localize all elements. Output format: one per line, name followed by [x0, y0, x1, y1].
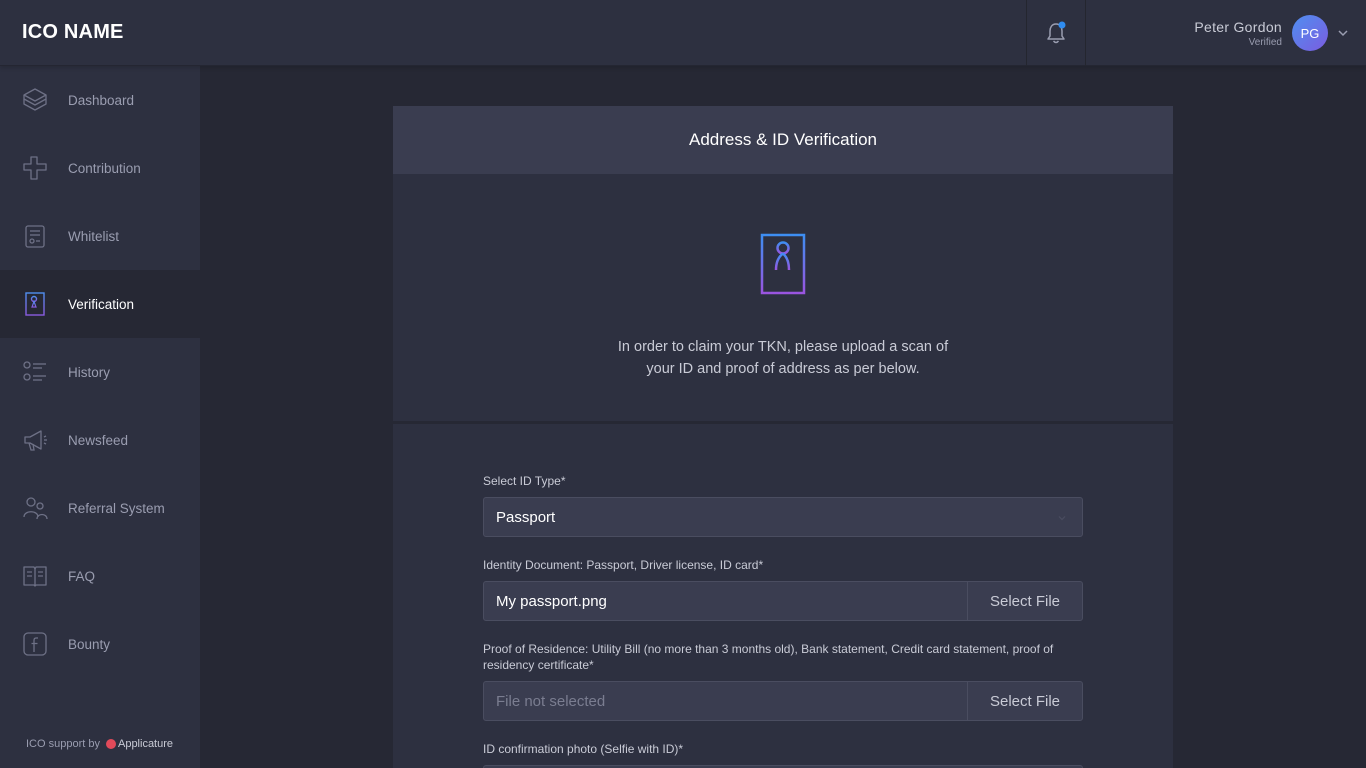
verification-icon [25, 292, 45, 316]
residence-proof-filename[interactable]: File not selected [484, 682, 967, 720]
intro-text: In order to claim your TKN, please uploa… [617, 339, 949, 377]
sidebar-item-label: Bounty [68, 636, 111, 652]
sidebar-item-referral-system[interactable]: Referral System [0, 474, 200, 542]
sidebar-item-label: Whitelist [68, 228, 120, 244]
sidebar-item-history[interactable]: History [0, 338, 200, 406]
sidebar-item-bounty[interactable]: Bounty [0, 610, 200, 678]
sidebar: Dashboard Contribution Whitelist Verific… [0, 66, 200, 768]
support-credit-prefix: ICO support by [26, 738, 100, 750]
sidebar-item-label: FAQ [68, 568, 96, 584]
chevron-down-icon[interactable] [1338, 28, 1348, 38]
sidebar-item-faq[interactable]: FAQ [0, 542, 200, 610]
sidebar-item-label: Dashboard [68, 92, 135, 108]
identity-select-file-button[interactable]: Select File [967, 582, 1082, 620]
identity-document-upload: My passport.png Select File [483, 581, 1083, 621]
sidebar-item-label: Newsfeed [68, 432, 129, 448]
notifications-button[interactable] [1026, 0, 1086, 66]
id-type-select[interactable]: Passport [483, 497, 1083, 537]
facebook-icon [23, 632, 47, 656]
verification-form: Select ID Type* Passport Identity Docume… [393, 424, 1173, 768]
sidebar-item-label: History [68, 364, 111, 380]
applicature-logo-icon [105, 739, 116, 749]
history-icon [23, 361, 46, 381]
sidebar-item-label: Contribution [68, 160, 141, 176]
whitelist-icon [25, 225, 45, 248]
sidebar-item-verification[interactable]: Verification [0, 270, 200, 338]
card-intro: In order to claim your TKN, please uploa… [393, 174, 1173, 424]
identity-document-label: Identity Document: Passport, Driver lice… [483, 558, 764, 572]
user-info: Peter Gordon Verified [1194, 19, 1282, 48]
user-status: Verified [1248, 36, 1282, 48]
sidebar-item-label: Referral System [68, 500, 165, 516]
referral-icon [23, 497, 48, 520]
sidebar-item-contribution[interactable]: Contribution [0, 134, 200, 202]
app-logo[interactable]: ICO NAME [22, 21, 124, 44]
residence-proof-label: Proof of Residence: Utility Bill (no mor… [483, 642, 1054, 672]
user-name: Peter Gordon [1194, 18, 1282, 35]
bell-icon [1047, 21, 1066, 44]
megaphone-icon [24, 430, 47, 451]
support-credit-brand[interactable]: Applicature [118, 738, 173, 750]
dashboard-icon [23, 88, 47, 111]
support-credit: ICO support by Applicature [26, 738, 173, 750]
residence-proof-upload: File not selected Select File [483, 681, 1083, 721]
verification-card: Address & ID Verification In order to cl… [393, 106, 1173, 768]
contribution-icon [23, 156, 47, 180]
selfie-label: ID confirmation photo (Selfie with ID)* [483, 742, 684, 756]
book-icon [23, 566, 47, 587]
residence-select-file-button[interactable]: Select File [967, 682, 1082, 720]
card-title: Address & ID Verification [393, 106, 1173, 174]
top-bar: ICO NAME Peter Gordon Verified PG [0, 0, 1366, 66]
avatar[interactable]: PG [1292, 15, 1328, 51]
id-type-label: Select ID Type* [483, 474, 566, 488]
sidebar-item-whitelist[interactable]: Whitelist [0, 202, 200, 270]
identity-document-filename[interactable]: My passport.png [484, 582, 967, 620]
sidebar-item-newsfeed[interactable]: Newsfeed [0, 406, 200, 474]
user-menu[interactable]: Peter Gordon Verified PG [1194, 0, 1348, 66]
id-document-icon [760, 233, 806, 295]
id-type-value: Passport [496, 508, 556, 526]
chevron-down-icon [1058, 516, 1066, 521]
sidebar-item-dashboard[interactable]: Dashboard [0, 66, 200, 134]
sidebar-item-label: Verification [68, 296, 135, 312]
